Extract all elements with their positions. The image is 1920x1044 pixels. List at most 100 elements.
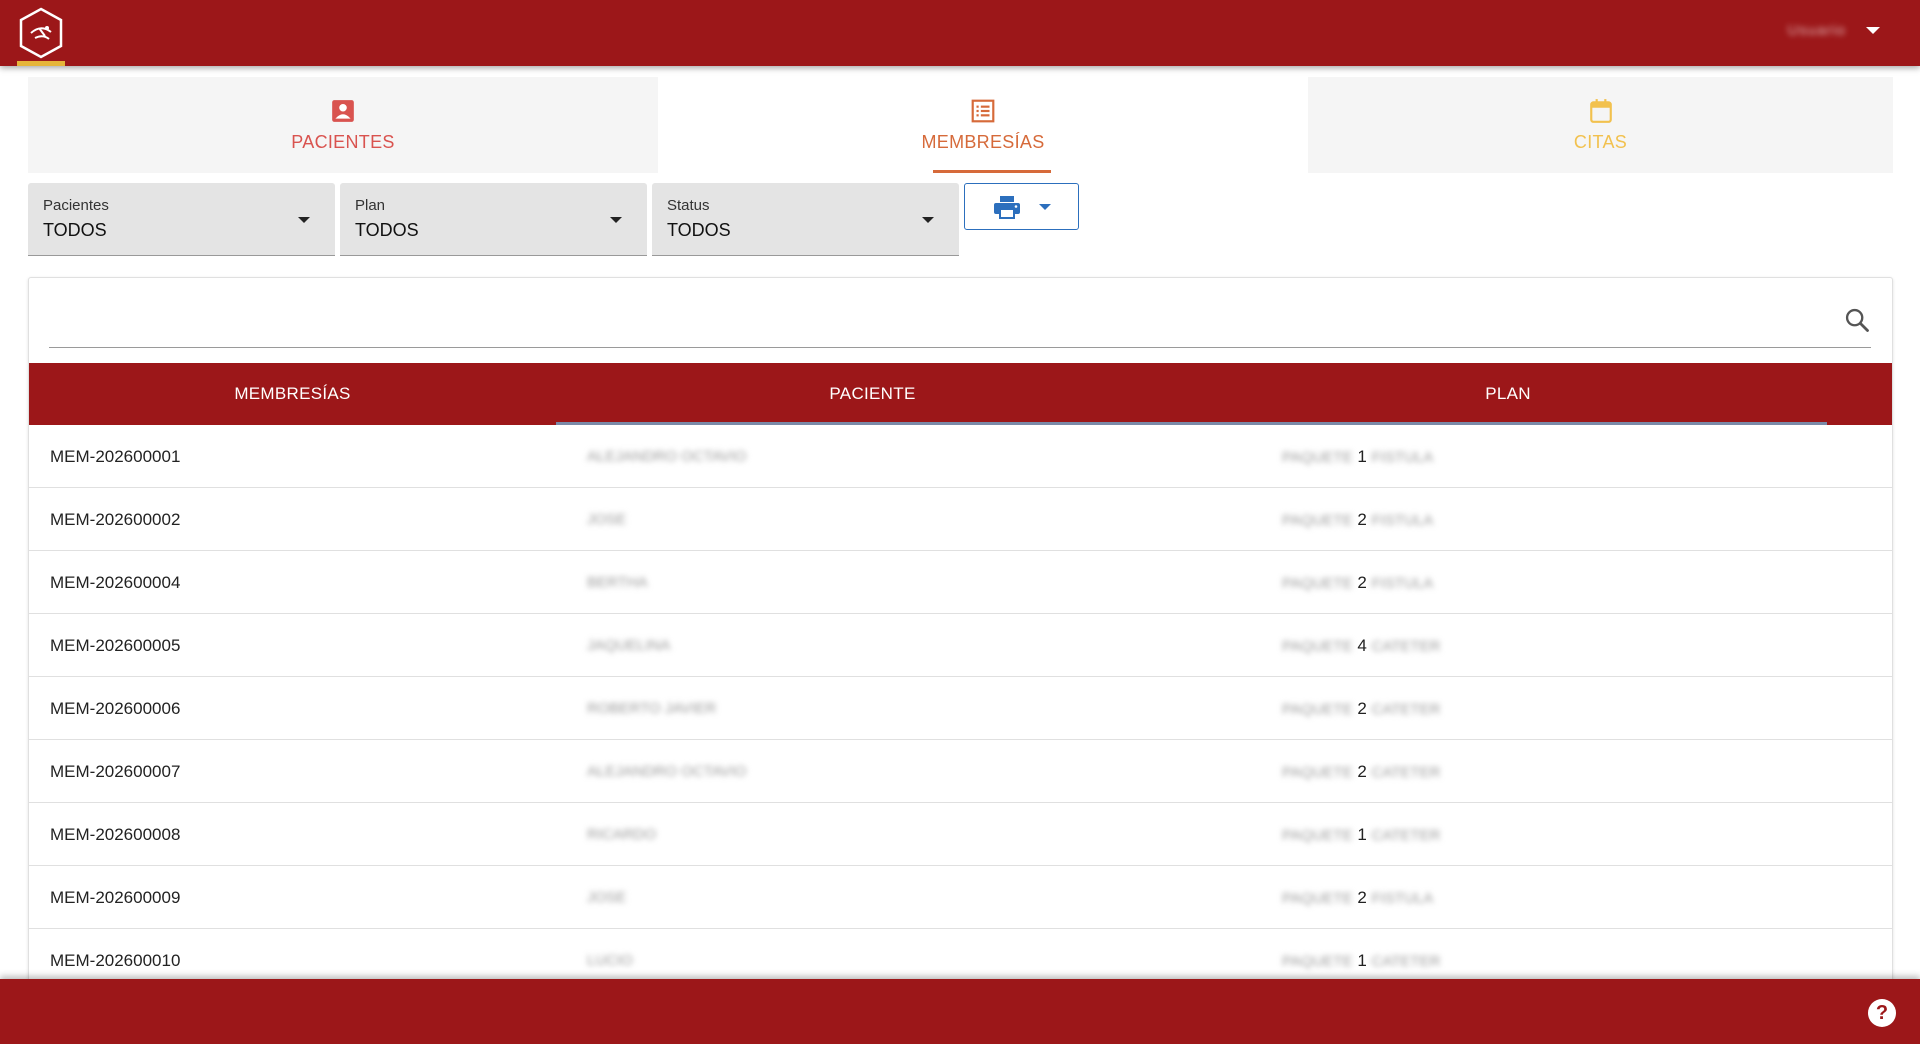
plan-type: FISTULA [1371,449,1434,466]
tab-membresias-label: MEMBRESÍAS [921,131,1045,152]
column-header-plan[interactable]: PLAN [1189,363,1827,425]
caret-down-icon [1038,203,1051,210]
membership-id: MEM-202600009 [50,888,181,907]
logo-indicator [17,61,65,66]
plan-name: PAQUETE 2 CATETER [1282,677,1440,741]
plan-number: 4 [1357,636,1367,655]
status-select-label: Status [667,197,710,214]
plan-number: 1 [1357,447,1367,466]
tab-citas-label: CITAS [1573,131,1628,152]
membership-id: MEM-202600002 [50,510,181,529]
plan-type: CATETER [1371,827,1441,844]
printer-icon [993,195,1020,219]
table-row[interactable]: MEM-202600007 ALEJANDRO OCTAVIO PAQUETE … [29,740,1892,804]
plan-number: 1 [1357,951,1367,970]
chevron-down-icon [1866,27,1880,34]
table-row[interactable]: MEM-202600002 JOSE PAQUETE 2 FISTULA [29,488,1892,552]
search-input[interactable] [49,296,1829,336]
plan-number: 2 [1357,699,1367,718]
user-menu[interactable]: Usuario [1787,22,1880,39]
plan-prefix: PAQUETE [1282,827,1353,844]
pacientes-select-label: Pacientes [43,197,109,214]
memberships-table-card: MEMBRESÍAS PACIENTE PLAN MEM-202600001 A… [28,277,1893,1017]
list-document-icon [971,99,995,122]
plan-name: PAQUETE 4 CATETER [1282,614,1440,678]
table-row[interactable]: MEM-202600009 JOSE PAQUETE 2 FISTULA [29,866,1892,930]
plan-type: CATETER [1371,764,1441,781]
search-icon[interactable] [1843,306,1871,334]
plan-prefix: PAQUETE [1282,575,1353,592]
plan-select-value: TODOS [355,220,419,240]
search-bar [49,278,1871,348]
plan-number: 1 [1357,825,1367,844]
plan-name: PAQUETE 2 FISTULA [1282,488,1433,552]
plan-prefix: PAQUETE [1282,890,1353,907]
table-row[interactable]: MEM-202600006 ROBERTO JAVIER PAQUETE 2 C… [29,677,1892,741]
table-row[interactable]: MEM-202600001 ALEJANDRO OCTAVIO PAQUETE … [29,425,1892,489]
patient-name: JOSE [587,889,627,906]
column-header-membresias[interactable]: MEMBRESÍAS [29,363,556,425]
bottom-bar: ? [0,979,1920,1044]
patient-name: RICARDO [587,826,657,843]
chevron-down-icon [922,217,934,223]
chevron-down-icon [298,217,310,223]
membership-id: MEM-202600004 [50,573,181,592]
pacientes-select[interactable]: Pacientes TODOS [28,183,335,256]
user-name: Usuario [1787,22,1846,39]
help-icon[interactable]: ? [1868,999,1896,1027]
tab-pacientes[interactable]: PACIENTES [28,77,658,173]
calendar-icon [1589,98,1612,123]
plan-prefix: PAQUETE [1282,701,1353,718]
patient-name: ROBERTO JAVIER [587,700,717,717]
plan-select[interactable]: Plan TODOS [340,183,647,256]
table-header: MEMBRESÍAS PACIENTE PLAN [29,363,1892,425]
plan-number: 2 [1357,888,1367,907]
plan-name: PAQUETE 1 FISTULA [1282,425,1433,489]
contact-card-icon [332,99,354,122]
plan-type: CATETER [1371,638,1441,655]
tab-membresias[interactable]: MEMBRESÍAS [658,77,1308,173]
filters-bar: Pacientes TODOS Plan TODOS Status TODOS [28,183,1079,256]
table-row[interactable]: MEM-202600004 BERTHA PAQUETE 2 FISTULA [29,551,1892,615]
status-select-value: TODOS [667,220,731,240]
membership-id: MEM-202600005 [50,636,181,655]
patient-name: BERTHA [587,574,648,591]
table-row[interactable]: MEM-202600008 RICARDO PAQUETE 1 CATETER [29,803,1892,867]
patient-name: ALEJANDRO OCTAVIO [587,448,747,465]
plan-type: FISTULA [1371,575,1434,592]
plan-name: PAQUETE 2 FISTULA [1282,551,1433,615]
plan-type: FISTULA [1371,890,1434,907]
plan-number: 2 [1357,510,1367,529]
membership-id: MEM-202600006 [50,699,181,718]
plan-select-label: Plan [355,197,386,214]
chevron-down-icon [610,217,622,223]
patient-name: JAQUELINA [587,637,671,654]
plan-number: 2 [1357,573,1367,592]
plan-name: PAQUETE 2 FISTULA [1282,866,1433,930]
column-header-paciente[interactable]: PACIENTE [556,363,1189,425]
plan-prefix: PAQUETE [1282,953,1353,970]
plan-type: CATETER [1371,701,1441,718]
plan-prefix: PAQUETE [1282,512,1353,529]
plan-type: FISTULA [1371,512,1434,529]
table-row[interactable]: MEM-202600005 JAQUELINA PAQUETE 4 CATETE… [29,614,1892,678]
status-select[interactable]: Status TODOS [652,183,959,256]
hexagon-logo-icon[interactable] [17,6,65,60]
plan-type: CATETER [1371,953,1441,970]
tab-citas[interactable]: CITAS [1308,77,1893,173]
top-app-bar: Usuario [0,0,1920,66]
membership-id: MEM-202600008 [50,825,181,844]
plan-name: PAQUETE 2 CATETER [1282,740,1440,804]
plan-name: PAQUETE 1 CATETER [1282,803,1440,867]
plan-number: 2 [1357,762,1367,781]
patient-name: ALEJANDRO OCTAVIO [587,763,747,780]
membership-id: MEM-202600001 [50,447,181,466]
tab-pacientes-label: PACIENTES [291,131,395,152]
active-tab-indicator [933,170,1051,173]
patient-name: JOSE [587,511,627,528]
plan-prefix: PAQUETE [1282,449,1353,466]
plan-prefix: PAQUETE [1282,764,1353,781]
print-menu-button[interactable] [964,183,1079,230]
main-tabs: PACIENTES MEMBRESÍAS CITAS [28,77,1893,173]
pacientes-select-value: TODOS [43,220,107,240]
